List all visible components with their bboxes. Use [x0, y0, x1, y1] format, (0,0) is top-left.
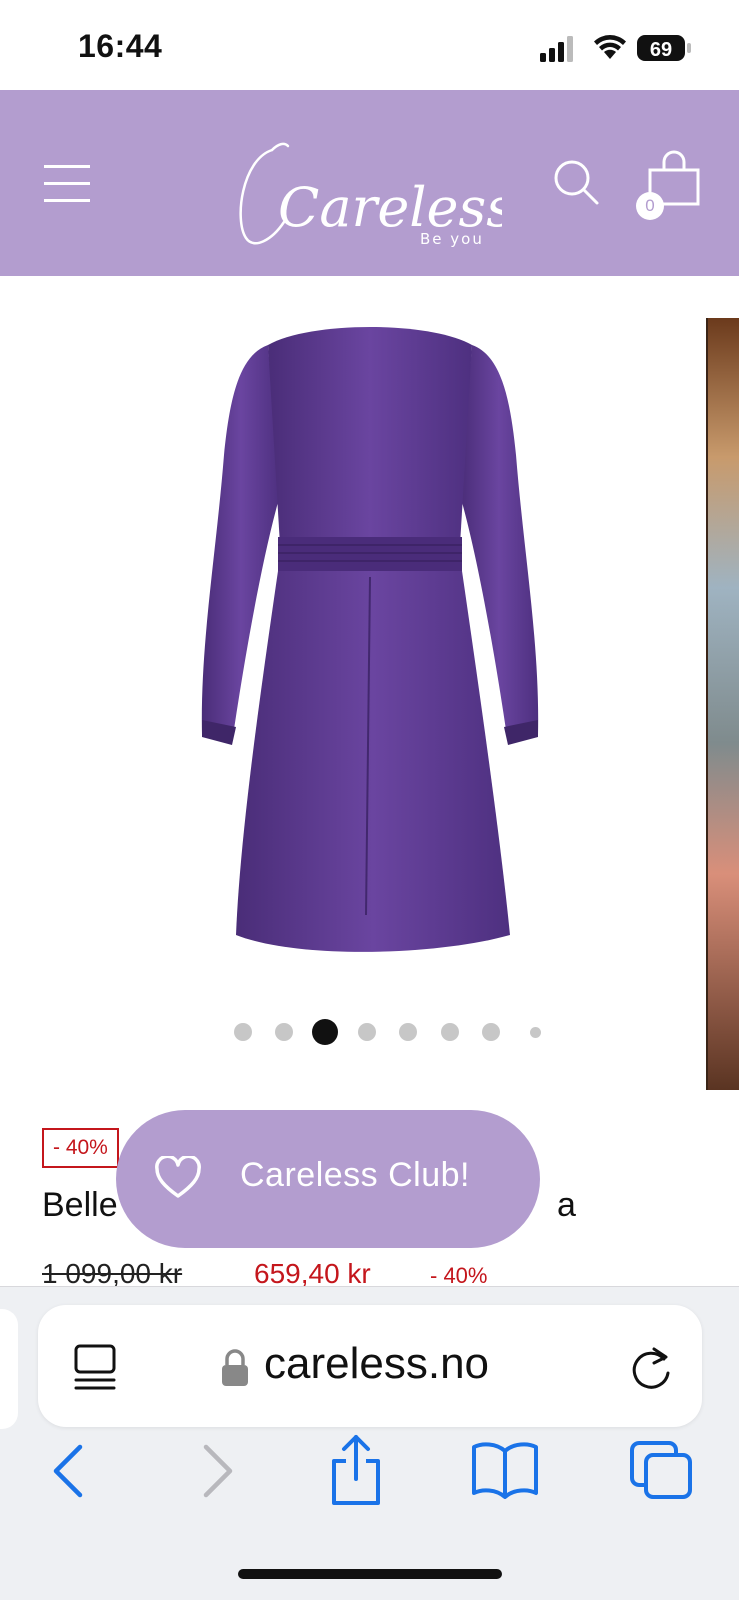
- browser-bottom-bar: careless.no: [0, 1286, 739, 1600]
- carousel-dot[interactable]: [234, 1023, 252, 1041]
- carousel-dot[interactable]: [358, 1023, 376, 1041]
- carousel-dot[interactable]: [530, 1027, 541, 1038]
- forward-icon[interactable]: [198, 1443, 238, 1499]
- carousel-dot[interactable]: [441, 1023, 459, 1041]
- carousel-dot-active[interactable]: [312, 1019, 338, 1045]
- cellular-signal-icon: [540, 36, 573, 62]
- product-image-dress[interactable]: [180, 315, 560, 975]
- tabs-icon[interactable]: [628, 1439, 694, 1501]
- bookmarks-icon[interactable]: [470, 1439, 540, 1499]
- previous-tab-edge[interactable]: [0, 1309, 18, 1429]
- wifi-icon: [594, 35, 626, 59]
- page-menu-icon[interactable]: [72, 1343, 118, 1391]
- site-header: Careless Be you 0: [0, 90, 739, 276]
- product-title-start: Belle: [42, 1186, 118, 1224]
- price-discount-label: - 40%: [430, 1263, 488, 1288]
- carousel-dot[interactable]: [275, 1023, 293, 1041]
- careless-club-button[interactable]: Careless Club!: [116, 1110, 540, 1248]
- search-icon[interactable]: [552, 158, 600, 206]
- url-text[interactable]: careless.no: [264, 1339, 489, 1389]
- battery-level: 69: [650, 39, 672, 61]
- cart-count-badge[interactable]: 0: [636, 192, 664, 220]
- logo-tagline: Be you: [420, 230, 484, 248]
- next-product-image-peek[interactable]: [706, 318, 739, 1090]
- lock-icon: [222, 1349, 248, 1386]
- hamburger-menu-icon[interactable]: [44, 165, 90, 203]
- battery-indicator: 69: [636, 34, 692, 67]
- battery-icon: 69: [637, 35, 691, 61]
- heart-icon: [155, 1156, 201, 1198]
- discount-badge: - 40%: [42, 1128, 119, 1168]
- club-button-label: Careless Club!: [240, 1156, 470, 1194]
- reload-icon[interactable]: [628, 1343, 674, 1391]
- address-bar[interactable]: careless.no: [38, 1305, 702, 1427]
- carousel-dot[interactable]: [399, 1023, 417, 1041]
- browser-toolbar: [0, 1435, 739, 1523]
- sale-price: 659,40 kr: [254, 1258, 371, 1288]
- status-time: 16:44: [78, 28, 163, 64]
- original-price: 1 099,00 kr: [42, 1258, 183, 1288]
- carousel-dot[interactable]: [482, 1023, 500, 1041]
- status-bar: 16:44 69: [0, 0, 739, 90]
- home-indicator: [238, 1569, 502, 1579]
- share-icon[interactable]: [326, 1433, 386, 1507]
- product-title-end: a: [557, 1186, 576, 1224]
- price-row: 1 099,00 kr 659,40 kr - 40%: [42, 1258, 739, 1288]
- back-icon[interactable]: [48, 1443, 88, 1499]
